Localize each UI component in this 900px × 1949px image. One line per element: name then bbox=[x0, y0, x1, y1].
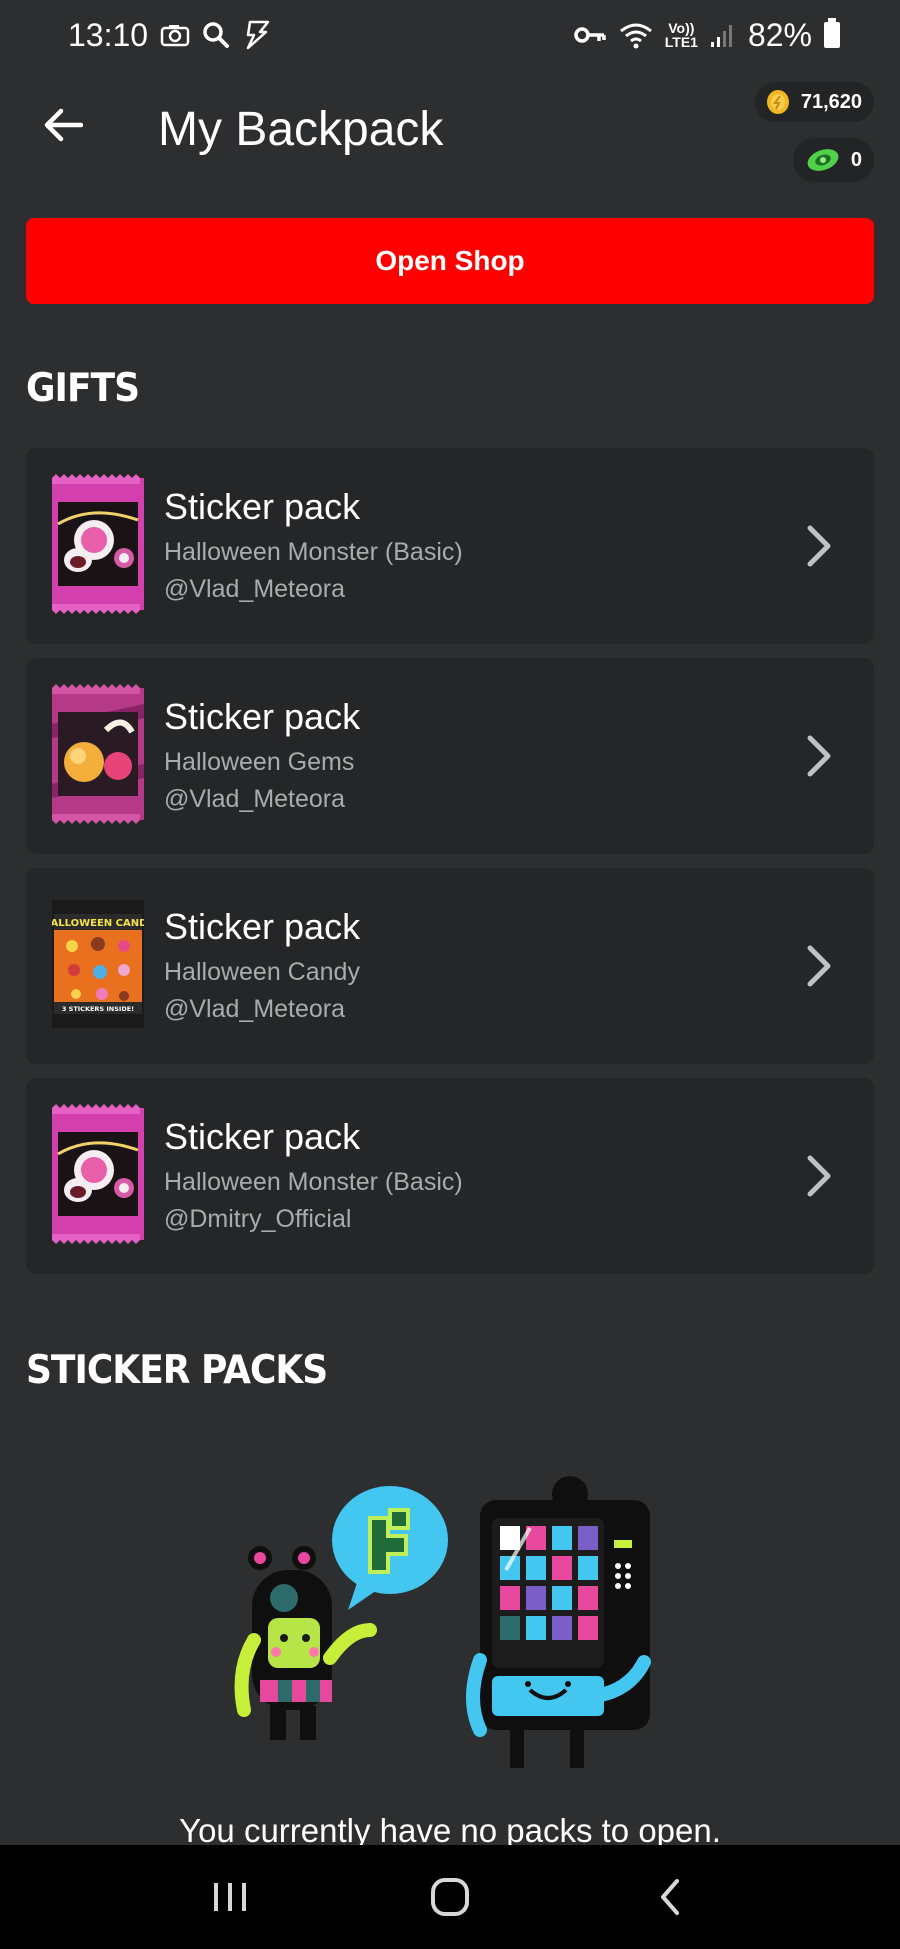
system-nav-bar bbox=[0, 1845, 900, 1949]
arrow-left-icon bbox=[44, 108, 83, 142]
props-icon bbox=[807, 149, 839, 171]
status-bar: 13:10 Vo)) LTE1 82% bbox=[0, 0, 900, 70]
wifi-icon bbox=[619, 21, 653, 49]
coin-balance[interactable]: 71,620 bbox=[754, 82, 874, 122]
props-balance[interactable]: 0 bbox=[792, 138, 874, 182]
chevron-left-icon bbox=[661, 1879, 679, 1915]
speech-bubble bbox=[332, 1486, 448, 1610]
network-volte: Vo)) bbox=[668, 20, 695, 36]
monster-pack-thumbnail bbox=[52, 474, 144, 614]
chevron-right-icon bbox=[807, 735, 831, 777]
sticker-packs-section-title: STICKER PACKS bbox=[26, 1348, 328, 1393]
gift-pack-name: Halloween Candy bbox=[164, 958, 360, 986]
app-header: My Backpack 71,620 0 bbox=[0, 70, 900, 210]
screenshot-icon bbox=[160, 23, 190, 47]
candy-pack-thumbnail: HALLOWEEN CANDY 3 STICKERS INSIDE! bbox=[52, 900, 144, 1028]
home-icon bbox=[431, 1878, 469, 1916]
status-time: 13:10 bbox=[68, 16, 149, 53]
chevron-right-icon bbox=[807, 525, 831, 567]
network-lte: LTE1 bbox=[664, 34, 698, 50]
empty-state-illustration bbox=[234, 1476, 651, 1768]
gift-title: Sticker pack bbox=[164, 696, 361, 737]
recent-apps-button[interactable] bbox=[200, 1867, 260, 1927]
coin-count: 71,620 bbox=[800, 90, 862, 113]
gift-card-4[interactable]: Sticker pack Halloween Monster (Basic) @… bbox=[26, 1078, 874, 1274]
back-button[interactable] bbox=[36, 98, 90, 152]
signal-icon bbox=[710, 22, 736, 48]
coin-icon bbox=[766, 90, 789, 114]
open-shop-button[interactable]: Open Shop bbox=[26, 218, 874, 304]
home-button[interactable] bbox=[420, 1867, 480, 1927]
gift-card-1[interactable]: Sticker pack Halloween Monster (Basic) @… bbox=[26, 448, 874, 644]
candy-pack-label: HALLOWEEN CANDY bbox=[52, 918, 144, 929]
status-left: 13:10 bbox=[68, 17, 272, 54]
gift-pack-name: Halloween Monster (Basic) bbox=[164, 538, 463, 566]
vpn-key-icon bbox=[573, 24, 607, 46]
gift-title: Sticker pack bbox=[164, 486, 361, 527]
props-count: 0 bbox=[850, 148, 862, 171]
gift-pack-name: Halloween Monster (Basic) bbox=[164, 1168, 463, 1196]
gift-sender: @Vlad_Meteora bbox=[164, 995, 346, 1023]
gifts-section-title: GIFTS bbox=[26, 366, 140, 411]
gift-card-2[interactable]: Sticker pack Halloween Gems @Vlad_Meteor… bbox=[26, 658, 874, 854]
gift-sender: @Dmitry_Official bbox=[164, 1205, 352, 1233]
network-type: Vo)) LTE1 bbox=[665, 21, 698, 49]
monster-pack-thumbnail bbox=[52, 1104, 144, 1244]
gift-sender: @Vlad_Meteora bbox=[164, 785, 346, 813]
flash-icon bbox=[242, 20, 272, 50]
battery-percent: 82% bbox=[747, 16, 812, 53]
status-right: Vo)) LTE1 82% bbox=[573, 17, 840, 54]
page-title: My Backpack bbox=[158, 103, 444, 156]
gems-pack-thumbnail bbox=[52, 684, 144, 824]
gift-title: Sticker pack bbox=[164, 906, 361, 947]
gift-sender: @Vlad_Meteora bbox=[164, 575, 346, 603]
gift-pack-name: Halloween Gems bbox=[164, 748, 355, 776]
battery-icon bbox=[824, 18, 840, 48]
vending-machine-character bbox=[466, 1476, 651, 1768]
search-icon bbox=[202, 21, 230, 49]
system-back-button[interactable] bbox=[640, 1867, 700, 1927]
recent-apps-icon bbox=[214, 1883, 246, 1911]
gift-title: Sticker pack bbox=[164, 1116, 361, 1157]
chevron-right-icon bbox=[807, 1155, 831, 1197]
candy-pack-footer: 3 STICKERS INSIDE! bbox=[62, 1005, 134, 1013]
chevron-right-icon bbox=[807, 945, 831, 987]
gift-card-3[interactable]: HALLOWEEN CANDY 3 STICKERS INSIDE! Stick… bbox=[26, 868, 874, 1064]
